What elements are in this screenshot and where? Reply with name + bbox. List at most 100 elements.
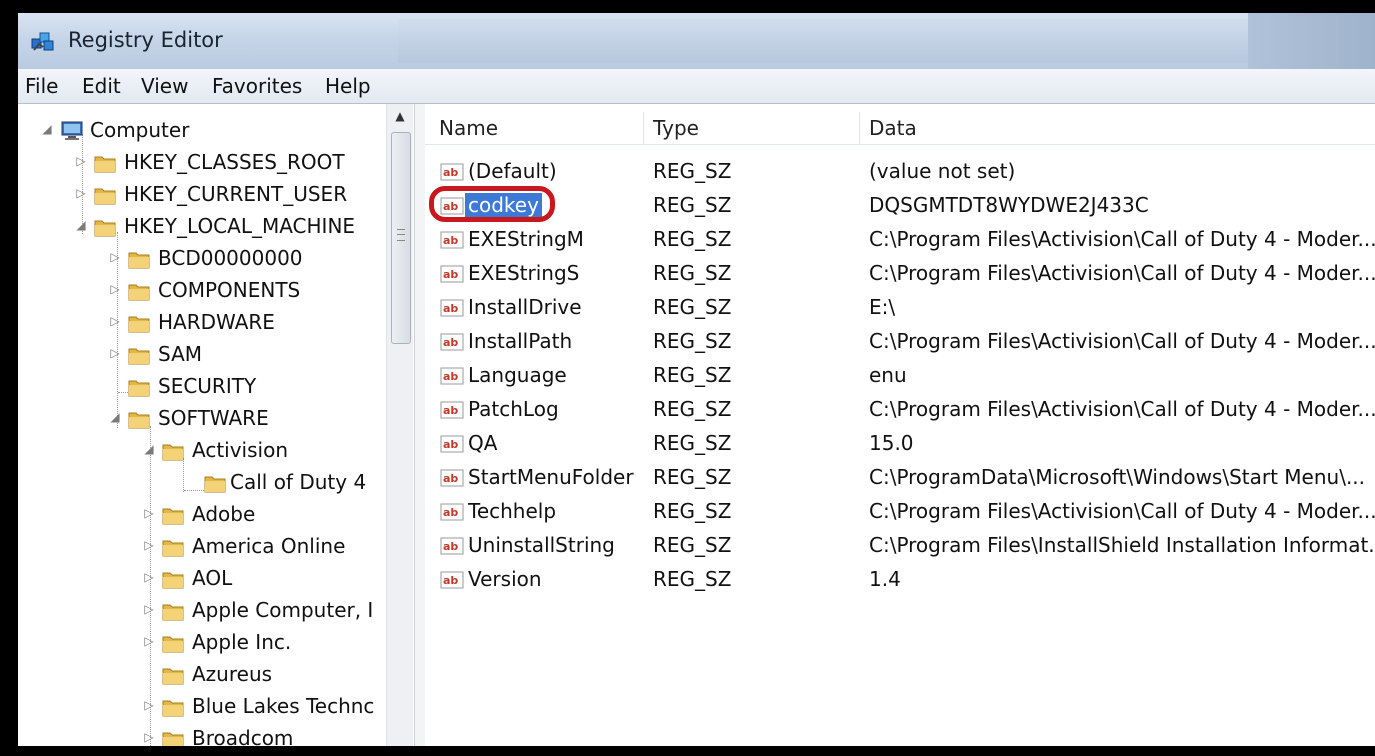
tree-label: Adobe <box>192 502 256 526</box>
folder-icon <box>162 505 184 525</box>
tree-node-hardware[interactable]: ▷ HARDWARE <box>18 308 378 340</box>
tree-node-software[interactable]: ◢ SOFTWARE <box>18 404 378 436</box>
tree-node-apple-inc[interactable]: ▷ Apple Inc. <box>18 628 378 660</box>
menu-edit[interactable]: Edit <box>82 74 121 98</box>
value-row[interactable]: ab Language REG_SZ enu <box>425 360 1375 394</box>
collapse-arrow-icon[interactable]: ◢ <box>74 218 88 232</box>
tree-node-components[interactable]: ▷ COMPONENTS <box>18 276 378 308</box>
values-list-pane[interactable]: Name Type Data ab (Default) REG_SZ (value n… <box>425 104 1375 746</box>
tree-node-hkey-current-user[interactable]: ▷ HKEY_CURRENT_USER <box>18 180 378 212</box>
value-type: REG_SZ <box>653 295 732 319</box>
expand-arrow-icon[interactable]: ▷ <box>142 570 156 584</box>
value-name: PatchLog <box>468 397 559 421</box>
svg-text:ab: ab <box>443 370 458 383</box>
folder-icon <box>94 217 116 237</box>
background-window-blur <box>398 19 1278 63</box>
tree-node-call-of-duty-4[interactable]: Call of Duty 4 <box>18 468 378 500</box>
column-header-name[interactable]: Name <box>439 116 498 140</box>
expand-arrow-icon[interactable]: ▷ <box>108 250 122 264</box>
value-row[interactable]: ab QA REG_SZ 15.0 <box>425 428 1375 462</box>
expand-arrow-icon[interactable]: ▷ <box>74 154 88 168</box>
value-row[interactable]: ab EXEStringS REG_SZ C:\Program Files\Activ… <box>425 258 1375 292</box>
menu-file[interactable]: File <box>25 74 58 98</box>
expand-arrow-icon[interactable]: ▷ <box>142 538 156 552</box>
folder-icon <box>162 537 184 557</box>
tree-node-apple-computer[interactable]: ▷ Apple Computer, I <box>18 596 378 628</box>
string-value-icon: ab <box>440 230 464 250</box>
tree-label: SAM <box>158 342 203 366</box>
value-data: C:\Program Files\Activision\Call of Duty… <box>869 329 1375 353</box>
svg-text:ab: ab <box>443 302 458 315</box>
key-tree-pane[interactable]: ◢ Computer ▷ HKEY_CLASSES_ROOT ▷ HKEY_CU… <box>18 104 414 746</box>
value-name: Techhelp <box>468 499 557 523</box>
title-bar[interactable]: Registry Editor <box>18 13 1375 69</box>
value-type: REG_SZ <box>653 227 732 251</box>
tree-node-america-online[interactable]: ▷ America Online <box>18 532 378 564</box>
scroll-up-arrow-icon[interactable]: ▲ <box>387 104 413 128</box>
string-value-icon: ab <box>440 332 464 352</box>
collapse-arrow-icon[interactable]: ◢ <box>40 122 54 136</box>
value-row[interactable]: ab Techhelp REG_SZ C:\Program Files\Activis… <box>425 496 1375 530</box>
value-row[interactable]: ab StartMenuFolder REG_SZ C:\ProgramData\Mi… <box>425 462 1375 496</box>
expand-arrow-icon[interactable]: ▷ <box>142 506 156 520</box>
value-type: REG_SZ <box>653 363 732 387</box>
expand-arrow-icon[interactable]: ▷ <box>142 634 156 648</box>
menu-view[interactable]: View <box>141 74 188 98</box>
value-data: DQSGMTDT8WYDWE2J433C <box>869 193 1149 217</box>
tree-label: AOL <box>192 566 233 590</box>
tree-node-blue-lakes[interactable]: ▷ Blue Lakes Technc <box>18 692 378 724</box>
value-row[interactable]: ab InstallPath REG_SZ C:\Program Files\Acti… <box>425 326 1375 360</box>
value-name: InstallPath <box>468 329 573 353</box>
value-row[interactable]: ab (Default) REG_SZ (value not set) <box>425 156 1375 190</box>
column-header-data[interactable]: Data <box>869 116 917 140</box>
scrollbar-thumb[interactable] <box>391 132 411 344</box>
tree-node-activision[interactable]: ◢ Activision <box>18 436 378 468</box>
svg-text:ab: ab <box>443 472 458 485</box>
column-header-type[interactable]: Type <box>653 116 699 140</box>
value-row[interactable]: ab InstallDrive REG_SZ E:\ <box>425 292 1375 326</box>
expand-arrow-icon[interactable]: ▷ <box>74 186 88 200</box>
tree-label: Broadcom <box>192 726 294 746</box>
collapse-arrow-icon[interactable]: ◢ <box>142 442 156 456</box>
value-row[interactable]: ab Version REG_SZ 1.4 <box>425 564 1375 598</box>
tree-label: SECURITY <box>158 374 257 398</box>
string-value-icon: ab <box>440 264 464 284</box>
expand-arrow-icon[interactable]: ▷ <box>142 698 156 712</box>
tree-node-hkey-classes-root[interactable]: ▷ HKEY_CLASSES_ROOT <box>18 148 378 180</box>
tree-node-bcd00000000[interactable]: ▷ BCD00000000 <box>18 244 378 276</box>
tree-node-azureus[interactable]: Azureus <box>18 660 378 692</box>
tree-label: HKEY_LOCAL_MACHINE <box>124 214 356 238</box>
value-row[interactable]: ab UninstallString REG_SZ C:\Program Files\… <box>425 530 1375 564</box>
menu-help[interactable]: Help <box>325 74 371 98</box>
tree-node-sam[interactable]: ▷ SAM <box>18 340 378 372</box>
value-type: REG_SZ <box>653 397 732 421</box>
menu-favorites[interactable]: Favorites <box>212 74 302 98</box>
tree-node-security[interactable]: SECURITY <box>18 372 378 404</box>
value-type: REG_SZ <box>653 159 732 183</box>
value-name: EXEStringM <box>468 227 584 251</box>
expand-arrow-icon[interactable]: ▷ <box>142 730 156 744</box>
tree-scrollbar[interactable]: ▲ <box>386 104 413 746</box>
value-type: REG_SZ <box>653 533 732 557</box>
expand-arrow-icon[interactable]: ▷ <box>108 282 122 296</box>
tree-label: HKEY_CLASSES_ROOT <box>124 150 345 174</box>
svg-text:ab: ab <box>443 506 458 519</box>
expand-arrow-icon[interactable]: ▷ <box>142 602 156 616</box>
folder-icon <box>162 569 184 589</box>
registry-editor-window: Registry Editor File Edit View Favorites… <box>18 13 1375 746</box>
tree-node-aol[interactable]: ▷ AOL <box>18 564 378 596</box>
svg-text:ab: ab <box>443 166 458 179</box>
tree-node-computer[interactable]: ◢ Computer <box>18 116 378 148</box>
value-row[interactable]: ab codkey REG_SZ DQSGMTDT8WYDWE2J433C <box>425 186 1375 224</box>
value-row[interactable]: ab EXEStringM REG_SZ C:\Program Files\Activ… <box>425 224 1375 258</box>
expand-arrow-icon[interactable]: ▷ <box>108 314 122 328</box>
value-data: E:\ <box>869 295 896 319</box>
expand-arrow-icon[interactable]: ▷ <box>108 346 122 360</box>
tree-label: HKEY_CURRENT_USER <box>124 182 348 206</box>
collapse-arrow-icon[interactable]: ◢ <box>108 410 122 424</box>
value-data: C:\Program Files\Activision\Call of Duty… <box>869 499 1375 523</box>
value-row[interactable]: ab PatchLog REG_SZ C:\Program Files\Activis… <box>425 394 1375 428</box>
tree-node-hkey-local-machine[interactable]: ◢ HKEY_LOCAL_MACHINE <box>18 212 378 244</box>
tree-node-broadcom[interactable]: ▷ Broadcom <box>18 724 378 746</box>
tree-node-adobe[interactable]: ▷ Adobe <box>18 500 378 532</box>
